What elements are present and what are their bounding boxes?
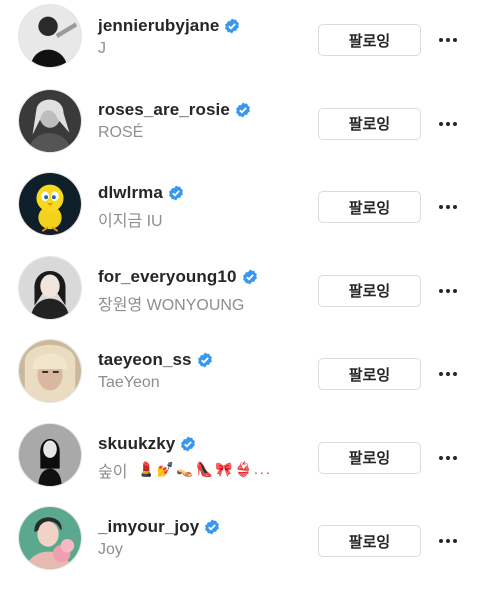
following-button[interactable]: 팔로잉 <box>318 274 421 307</box>
username[interactable]: dlwlrma <box>98 183 163 203</box>
avatar[interactable] <box>18 422 82 487</box>
list-item: taeyeon_ss TaeYeon 팔로잉 <box>0 334 480 418</box>
list-item: dlwlrma 이지금 IU 팔로잉 <box>0 167 480 251</box>
username[interactable]: _imyour_joy <box>98 517 199 537</box>
full-name: 숲이 💄💅👡👠🎀👙... <box>98 458 272 482</box>
following-button[interactable]: 팔로잉 <box>318 441 421 474</box>
full-name-emojis: 💄💅👡👠🎀👙... <box>137 461 272 477</box>
more-options-icon[interactable] <box>432 114 464 134</box>
verified-badge-icon <box>197 352 212 368</box>
full-name: 장원영 WONYOUNG <box>98 296 245 314</box>
more-options-icon[interactable] <box>432 30 464 50</box>
list-item: for_everyoung10 장원영 WONYOUNG 팔로잉 <box>0 251 480 335</box>
following-button[interactable]: 팔로잉 <box>318 107 421 140</box>
full-name: 이지금 IU <box>98 213 163 230</box>
verified-badge-icon <box>242 269 257 284</box>
avatar[interactable] <box>18 172 82 236</box>
verified-badge-icon <box>169 185 183 201</box>
more-options-icon[interactable] <box>432 531 464 551</box>
list-item: _imyour_joy Joy 팔로잉 <box>0 501 480 585</box>
more-options-icon[interactable] <box>432 448 464 468</box>
full-name: ROSÉ <box>98 123 144 141</box>
following-button[interactable]: 팔로잉 <box>318 24 421 56</box>
username[interactable]: jennierubyjane <box>98 16 219 36</box>
list-item: jennierubyjane J 팔로잉 <box>0 0 480 84</box>
following-button[interactable]: 팔로잉 <box>318 525 421 557</box>
avatar[interactable] <box>18 88 82 153</box>
full-name-text: 숲이 <box>98 463 128 481</box>
more-options-icon[interactable] <box>432 197 464 217</box>
verified-badge-icon <box>181 436 196 451</box>
username[interactable]: skuukzky <box>98 434 175 454</box>
full-name: Joy <box>98 541 123 558</box>
avatar[interactable] <box>18 255 82 320</box>
more-options-icon[interactable] <box>432 364 464 384</box>
username[interactable]: roses_are_rosie <box>98 100 230 120</box>
verified-badge-icon <box>225 18 240 34</box>
avatar[interactable] <box>18 339 82 403</box>
verified-badge-icon <box>205 519 220 535</box>
following-button[interactable]: 팔로잉 <box>318 191 421 223</box>
full-name: TaeYeon <box>98 374 160 391</box>
list-item: roses_are_rosie ROSÉ 팔로잉 <box>0 84 480 168</box>
following-list: jennierubyjane J 팔로잉 roses_are_rosie ROS… <box>0 0 480 585</box>
verified-badge-icon <box>236 102 250 117</box>
username[interactable]: taeyeon_ss <box>98 350 192 370</box>
username[interactable]: for_everyoung10 <box>98 267 237 287</box>
following-button[interactable]: 팔로잉 <box>318 358 421 390</box>
avatar[interactable] <box>18 506 82 570</box>
more-options-icon[interactable] <box>432 281 464 301</box>
list-item: skuukzky 숲이 💄💅👡👠🎀👙... 팔로잉 <box>0 418 480 502</box>
avatar[interactable] <box>18 4 82 68</box>
full-name: J <box>98 40 106 57</box>
